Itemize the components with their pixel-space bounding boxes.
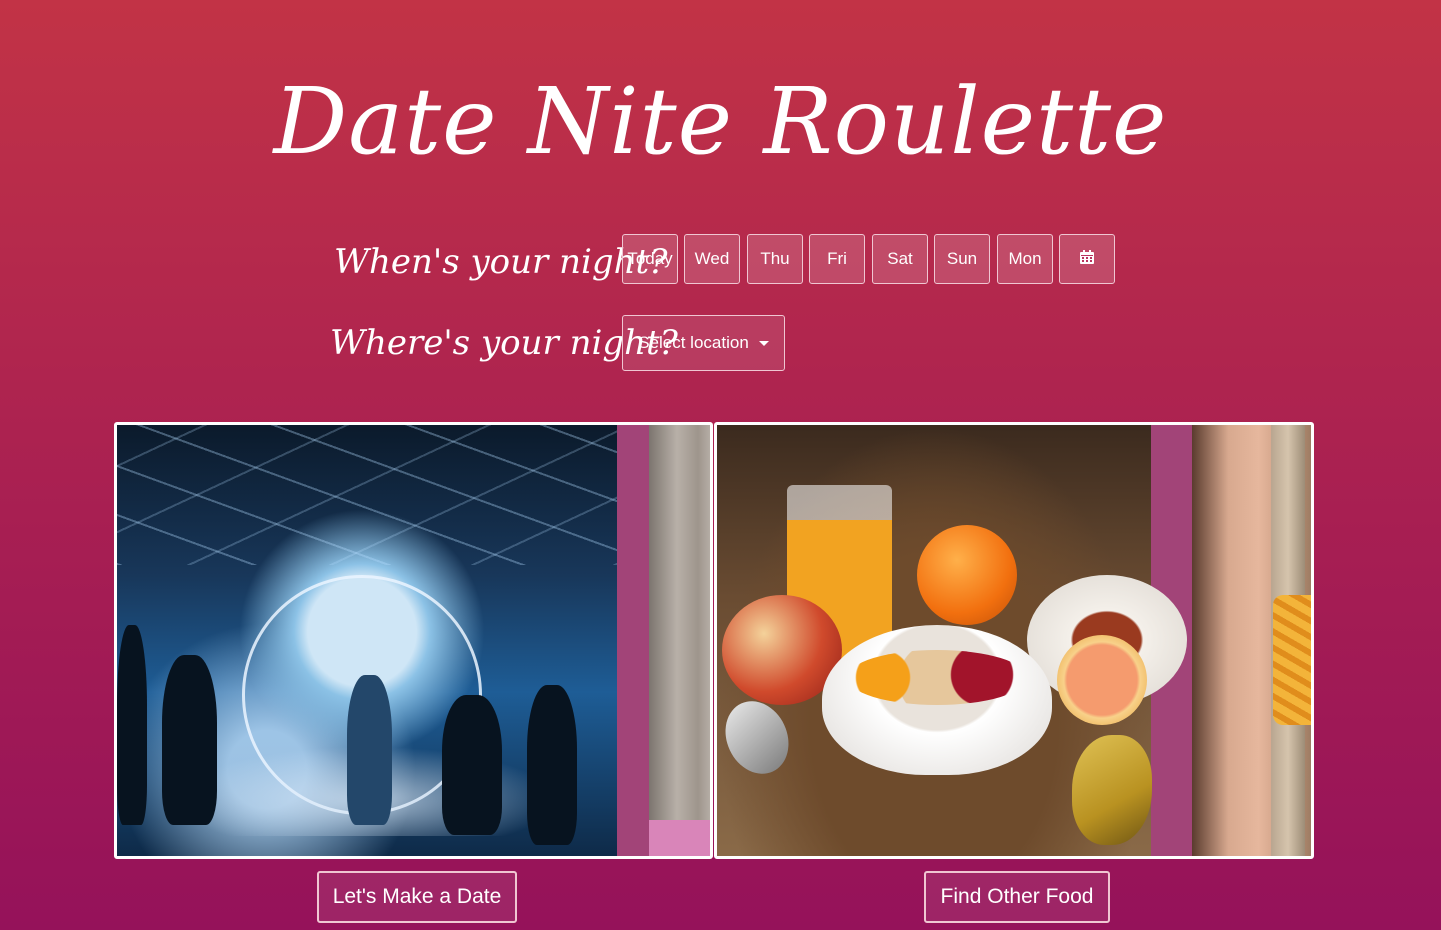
concert-photo xyxy=(117,425,617,856)
next-activity-photo xyxy=(649,425,710,856)
select-location-label: Select location xyxy=(638,333,749,352)
food-photo xyxy=(717,425,1187,856)
when-label: When's your night? xyxy=(334,242,668,282)
next-food-photo xyxy=(1192,425,1311,856)
chevron-down-icon xyxy=(758,340,769,346)
day-button-today[interactable]: Today xyxy=(622,234,678,284)
day-button-fri[interactable]: Fri xyxy=(809,234,865,284)
day-button-wed[interactable]: Wed xyxy=(684,234,740,284)
day-button-sat[interactable]: Sat xyxy=(872,234,928,284)
day-button-thu[interactable]: Thu xyxy=(747,234,803,284)
calendar-icon xyxy=(1079,249,1095,270)
make-a-date-button[interactable]: Let's Make a Date xyxy=(317,871,517,923)
food-card[interactable] xyxy=(714,422,1314,859)
page-title: Date Nite Roulette xyxy=(273,68,1168,175)
calendar-button[interactable] xyxy=(1059,234,1115,284)
day-button-sun[interactable]: Sun xyxy=(934,234,990,284)
select-location-dropdown[interactable]: Select location xyxy=(622,315,785,371)
activity-card[interactable] xyxy=(114,422,713,859)
find-other-food-button[interactable]: Find Other Food xyxy=(924,871,1110,923)
day-button-mon[interactable]: Mon xyxy=(997,234,1053,284)
